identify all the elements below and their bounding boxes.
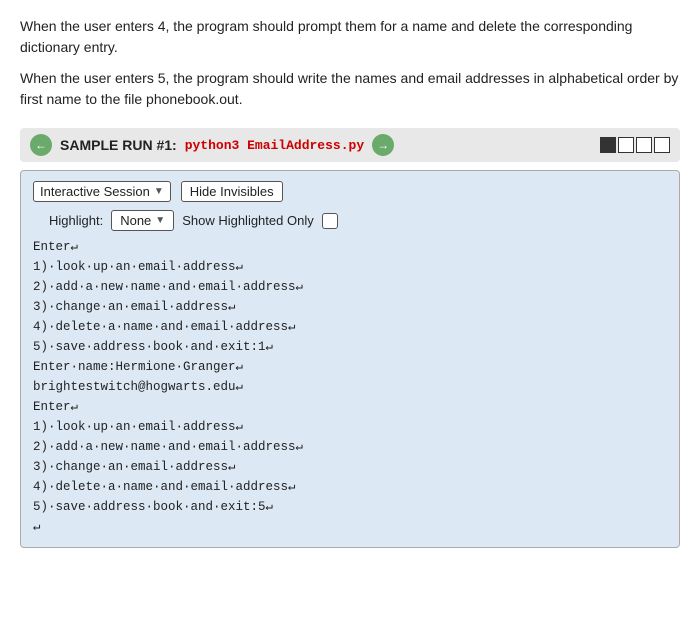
highlight-dropdown-arrow-icon: ▼ [155,215,165,226]
sample-run-bar: ← SAMPLE RUN #1: python3 EmailAddress.py… [20,128,680,162]
terminal-toolbar: Interactive Session ▼ Hide Invisibles [33,181,667,202]
highlight-label: Highlight: [49,213,103,228]
highlight-value: None [120,213,151,228]
grid-cell-4 [654,137,670,153]
terminal-line: brightestwitch@hogwarts.edu↵ [33,377,667,397]
terminal-output: Enter↵1)·look·up·an·email·address↵2)·add… [33,237,667,537]
terminal-line: 1)·look·up·an·email·address↵ [33,417,667,437]
grid-cell-1 [600,137,616,153]
terminal-line: 3)·change·an·email·address↵ [33,457,667,477]
terminal-line: 3)·change·an·email·address↵ [33,297,667,317]
prev-sample-button[interactable]: ← [30,134,52,156]
left-arrow-icon: ← [35,138,47,152]
terminal-line: ↵ [33,517,667,537]
right-arrow-icon: → [377,138,389,152]
terminal-line: Enter↵ [33,397,667,417]
hide-invisibles-button[interactable]: Hide Invisibles [181,181,283,202]
terminal-container: Interactive Session ▼ Hide Invisibles Hi… [20,170,680,548]
grid-cell-2 [618,137,634,153]
terminal-line: Enter·name:Hermione·Granger↵ [33,357,667,377]
terminal-line: 5)·save·address·book·and·exit:5↵ [33,497,667,517]
show-highlighted-label: Show Highlighted Only [182,213,314,228]
show-highlighted-checkbox[interactable] [322,213,338,229]
terminal-line: 4)·delete·a·name·and·email·address↵ [33,317,667,337]
highlight-row: Highlight: None ▼ Show Highlighted Only [33,210,667,231]
terminal-line: 4)·delete·a·name·and·email·address↵ [33,477,667,497]
sample-run-label: SAMPLE RUN #1: [60,137,177,153]
session-dropdown[interactable]: Interactive Session ▼ [33,181,171,202]
terminal-line: 2)·add·a·new·name·and·email·address↵ [33,277,667,297]
grid-cell-3 [636,137,652,153]
intro-para2: When the user enters 5, the program shou… [20,68,680,110]
intro-text: When the user enters 4, the program shou… [20,16,680,110]
progress-grid [600,137,670,153]
terminal-line: 2)·add·a·new·name·and·email·address↵ [33,437,667,457]
sample-run-command: python3 EmailAddress.py [185,138,364,153]
highlight-dropdown[interactable]: None ▼ [111,210,174,231]
terminal-line: Enter↵ [33,237,667,257]
session-dropdown-arrow-icon: ▼ [154,186,164,197]
session-label: Interactive Session [40,184,150,199]
terminal-line: 1)·look·up·an·email·address↵ [33,257,667,277]
next-sample-button[interactable]: → [372,134,394,156]
terminal-line: 5)·save·address·book·and·exit:1↵ [33,337,667,357]
intro-para1: When the user enters 4, the program shou… [20,16,680,58]
